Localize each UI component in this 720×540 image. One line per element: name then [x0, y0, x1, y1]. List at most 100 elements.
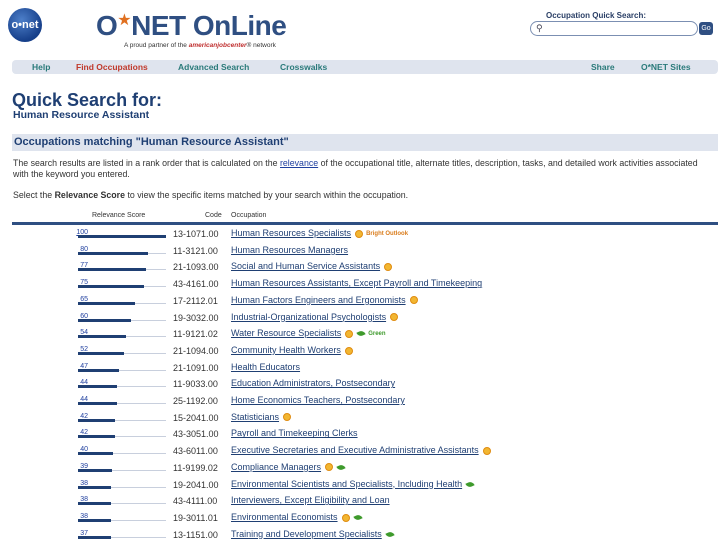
occupation-link[interactable]: Training and Development Specialists — [231, 529, 382, 539]
relevance-bar — [78, 285, 166, 289]
occupation-link[interactable]: Executive Secretaries and Executive Admi… — [231, 445, 479, 455]
occupation-code: 43-4111.00 — [173, 496, 218, 507]
occupation-link[interactable]: Interviewers, Except Eligibility and Loa… — [231, 495, 390, 505]
bright-outlook-icon[interactable] — [341, 513, 350, 522]
green-leaf-icon[interactable] — [385, 530, 395, 539]
relevance-bar-fill — [78, 452, 113, 456]
bright-outlook-icon[interactable] — [344, 346, 353, 355]
bright-outlook-icon[interactable] — [345, 329, 354, 338]
green-leaf-icon[interactable] — [352, 513, 363, 522]
desc2-bold: Relevance Score — [54, 190, 125, 200]
relevance-bar-remainder — [115, 436, 166, 438]
occupation-cell: Environmental Scientists and Specialists… — [231, 479, 475, 489]
col-code[interactable]: Code — [205, 212, 222, 219]
occupation-link[interactable]: Environmental Scientists and Specialists… — [231, 479, 462, 489]
relevance-bar-fill — [78, 368, 119, 372]
nav-share[interactable]: Share — [591, 62, 615, 72]
relevance-bar-remainder — [112, 469, 166, 471]
quick-search-go-button[interactable]: Go — [699, 22, 713, 35]
relevance-bar-fill — [78, 418, 115, 422]
occupation-cell: Human Resources Assistants, Except Payro… — [231, 278, 482, 288]
occupation-code: 21-1094.00 — [173, 345, 219, 356]
occupation-code: 13-1151.00 — [173, 529, 218, 540]
relevance-bar-remainder — [117, 403, 166, 404]
green-leaf-icon[interactable] — [465, 480, 475, 489]
occupation-code: 21-1091.00 — [173, 362, 219, 373]
relevance-bar — [78, 368, 166, 372]
occupation-cell: Industrial-Organizational Psychologists — [231, 312, 399, 322]
bright-outlook-icon[interactable] — [355, 229, 364, 238]
occupation-cell: Human Resources Managers — [231, 245, 348, 255]
table-row: 75 43-4161.00 Human Resources Assistants, … — [12, 277, 718, 294]
occupation-link[interactable]: Compliance Managers — [231, 462, 321, 472]
nav-crosswalks[interactable]: Crosswalks — [280, 62, 327, 72]
relevance-bar-fill — [78, 402, 117, 405]
occupation-cell: Payroll and Timekeeping Clerks — [231, 428, 358, 438]
occupation-link[interactable]: Water Resource Specialists — [231, 328, 341, 338]
site-header: o•net O★NET OnLine A proud partner of th… — [0, 0, 720, 58]
occupation-link[interactable]: Community Health Workers — [231, 345, 341, 355]
relevance-bar-fill — [78, 268, 146, 272]
occupation-code: 11-3121.00 — [173, 245, 218, 256]
onet-logo[interactable]: o•net — [8, 8, 42, 42]
occupation-link[interactable]: Home Economics Teachers, Postsecondary — [231, 395, 405, 405]
table-header-rule — [12, 222, 718, 225]
relevance-bar-fill — [78, 468, 112, 472]
col-relevance-score[interactable]: Relevance Score — [92, 212, 145, 219]
occupation-code: 43-4161.00 — [173, 279, 219, 290]
occupation-link[interactable]: Human Factors Engineers and Ergonomists — [231, 295, 406, 305]
occupation-link[interactable]: Health Educators — [231, 362, 300, 372]
occupation-code: 13-1071.00 — [173, 229, 219, 239]
nav-find-occupations[interactable]: Find Occupations — [76, 62, 148, 72]
desc2-text-2: to view the specific items matched by yo… — [125, 190, 409, 200]
relevance-bar-remainder — [135, 302, 166, 304]
brand-title[interactable]: O★NET OnLine — [96, 10, 287, 42]
occupation-code: 15-2041.00 — [173, 412, 219, 423]
occupation-link[interactable]: Social and Human Service Assistants — [231, 261, 380, 271]
relevance-bar — [78, 385, 166, 389]
relevance-bar — [78, 402, 166, 405]
bright-outlook-icon[interactable] — [390, 313, 399, 322]
table-row: 47 21-1091.00 Health Educators — [12, 361, 718, 378]
occupation-link[interactable]: Human Resources Managers — [231, 245, 348, 255]
occupation-link[interactable]: Environmental Economists — [231, 512, 338, 522]
occupation-link[interactable]: Statisticians — [231, 412, 279, 422]
bright-outlook-icon[interactable] — [482, 446, 491, 455]
green-leaf-icon[interactable] — [356, 329, 366, 338]
quick-search-box[interactable]: ⚲ — [530, 21, 698, 36]
green-leaf-icon[interactable] — [336, 463, 346, 472]
relevance-link[interactable]: relevance — [280, 158, 318, 168]
ajc-logo[interactable]: americanjobcenter — [189, 42, 247, 49]
table-row: 40 43-6011.00 Executive Secretaries and Ex… — [12, 444, 718, 461]
occupation-code: 43-6011.00 — [173, 446, 218, 457]
relevance-bar — [78, 251, 166, 255]
table-row: 60 19-3032.00 Industrial-Organizational Ps… — [12, 311, 718, 328]
occupation-code: 19-3011.01 — [173, 512, 218, 523]
relevance-bar-remainder — [111, 486, 166, 488]
col-occupation[interactable]: Occupation — [231, 212, 266, 219]
occupation-link[interactable]: Human Resources Assistants, Except Payro… — [231, 278, 482, 288]
occupation-cell: Health Educators — [231, 362, 300, 372]
table-row: 100 13-1071.00 Human Resources Specialists… — [12, 227, 718, 244]
occupation-link[interactable]: Industrial-Organizational Psychologists — [231, 312, 386, 322]
search-icon: ⚲ — [536, 23, 543, 33]
occupation-code: 11-9199.02 — [173, 462, 218, 473]
quick-search-input[interactable] — [547, 23, 693, 34]
nav-advanced-search[interactable]: Advanced Search — [178, 62, 249, 72]
occupation-cell: Compliance Managers — [231, 462, 346, 472]
bright-outlook-icon[interactable] — [283, 413, 292, 422]
occupation-link[interactable]: Education Administrators, Postsecondary — [231, 378, 395, 388]
occupation-link[interactable]: Payroll and Timekeeping Clerks — [231, 428, 358, 438]
green-badge: Green — [368, 330, 386, 337]
nav-help[interactable]: Help — [32, 62, 50, 72]
relevance-bar — [78, 335, 166, 339]
nav-onet-sites[interactable]: O*NET Sites — [641, 62, 691, 72]
table-row: 65 17-2112.01 Human Factors Engineers and … — [12, 294, 718, 311]
bright-outlook-icon[interactable] — [325, 463, 334, 472]
desc2-text-1: Select the — [13, 190, 55, 200]
occupation-cell: Executive Secretaries and Executive Admi… — [231, 445, 491, 455]
bright-outlook-icon[interactable] — [384, 263, 393, 272]
table-row: 38 19-2041.00 Environmental Scientists and… — [12, 478, 718, 495]
bright-outlook-icon[interactable] — [409, 296, 418, 305]
occupation-link[interactable]: Human Resources Specialists — [231, 228, 351, 238]
